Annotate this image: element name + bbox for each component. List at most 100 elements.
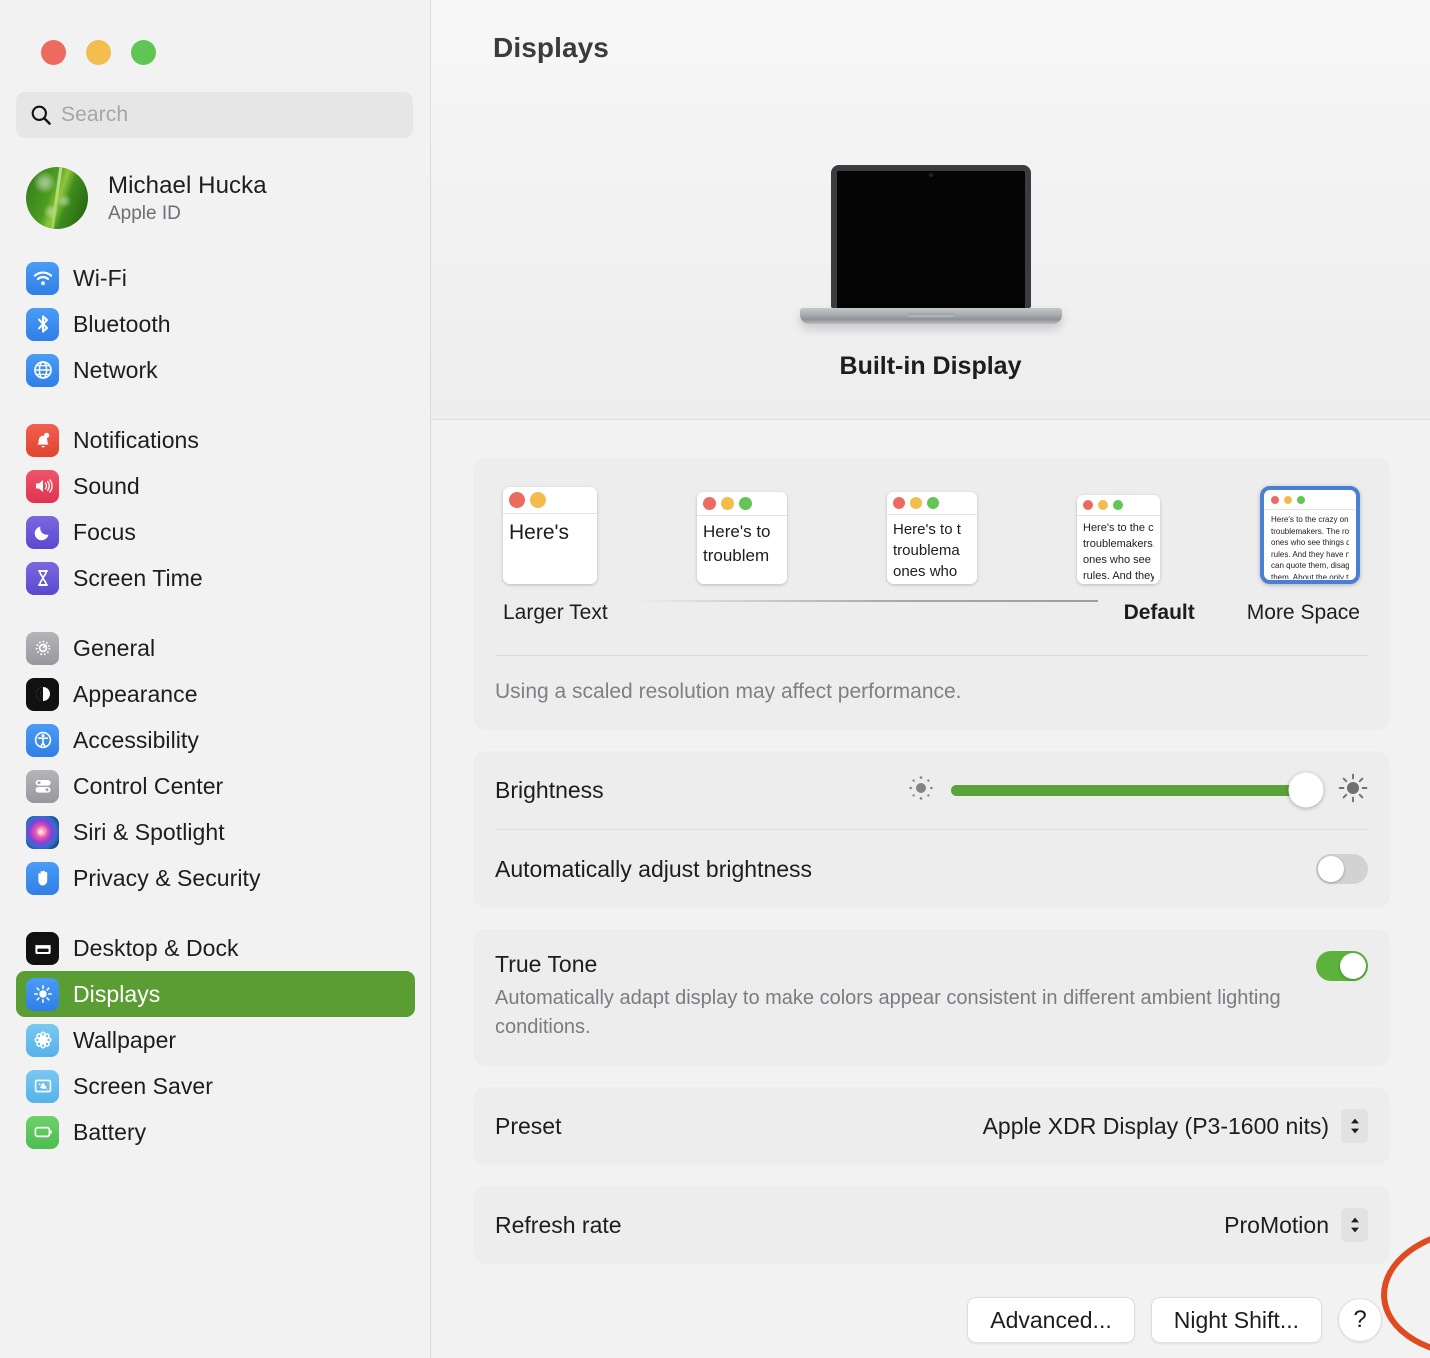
display-preview-header: Displays Built-in Display <box>431 0 1430 420</box>
resolution-label-default: Default <box>1123 601 1195 624</box>
sidebar-group-system: Notifications Sound Focus Screen Time <box>0 417 430 601</box>
preview-close-dot <box>703 497 716 510</box>
sidebar-item-label: Control Center <box>73 772 224 799</box>
preview-close-dot <box>509 492 525 508</box>
sidebar-item-sound[interactable]: Sound <box>16 463 415 509</box>
preset-popup-button[interactable]: Apple XDR Display (P3-1600 nits) <box>983 1109 1368 1143</box>
network-globe-icon <box>26 353 59 387</box>
resolution-labels: Larger Text Default More Space <box>495 584 1368 625</box>
sidebar-item-general[interactable]: General <box>16 625 415 671</box>
brightness-slider-fill <box>951 784 1307 796</box>
battery-icon <box>26 1115 59 1149</box>
desktop-dock-icon <box>26 931 59 965</box>
laptop-illustration <box>799 165 1062 324</box>
preview-line: rules. And they have no <box>1271 549 1349 559</box>
chevron-updown-icon[interactable] <box>1341 1109 1368 1143</box>
resolution-preview-selected[interactable]: Here's to the crazy one troublemakers. T… <box>1260 486 1360 584</box>
sidebar-item-displays[interactable]: Displays <box>16 971 415 1017</box>
system-settings-window: Search Michael Hucka Apple ID Wi-Fi Blue… <box>0 0 1430 1358</box>
preview-line: ones who <box>893 563 958 580</box>
laptop-screen <box>830 165 1031 308</box>
sidebar-item-desktop-dock[interactable]: Desktop & Dock <box>16 925 415 971</box>
resolution-preview[interactable]: Here's to the cr troublemakers. ones who… <box>1077 495 1160 584</box>
preset-card: Preset Apple XDR Display (P3-1600 nits) <box>473 1087 1390 1165</box>
preview-line: Here's to <box>703 522 771 541</box>
resolution-label-more-space: More Space <box>1246 601 1360 624</box>
sidebar-item-notifications[interactable]: Notifications <box>16 417 415 463</box>
preview-line: Here's <box>509 521 570 544</box>
profile-text: Michael Hucka Apple ID <box>108 172 267 225</box>
refresh-rate-popup-button[interactable]: ProMotion <box>1224 1208 1368 1242</box>
traffic-lights <box>0 0 430 65</box>
sidebar-item-wi-fi[interactable]: Wi-Fi <box>16 255 415 301</box>
hourglass-icon <box>26 561 59 595</box>
resolution-option-more-space[interactable]: Here's to the crazy one troublemakers. T… <box>1260 486 1360 584</box>
sidebar-item-label: Notifications <box>73 426 199 453</box>
brightness-label: Brightness <box>495 776 604 803</box>
resolution-label-larger-text: Larger Text <box>503 601 608 624</box>
preview-titlebar <box>887 492 977 515</box>
preview-line: ones who see t <box>1083 554 1154 566</box>
avatar <box>26 167 88 229</box>
sidebar-group-connectivity: Wi-Fi Bluetooth Network <box>0 255 430 393</box>
preview-minimize-dot <box>1098 500 1108 510</box>
search-container: Search <box>16 92 413 138</box>
preset-value: Apple XDR Display (P3-1600 nits) <box>982 1112 1329 1139</box>
help-button[interactable]: ? <box>1338 1298 1382 1342</box>
refresh-rate-value: ProMotion <box>1224 1211 1329 1238</box>
sidebar-item-accessibility[interactable]: Accessibility <box>16 717 415 763</box>
resolution-preview[interactable]: Here's to troublem <box>697 492 787 584</box>
page-title: Displays <box>493 32 609 63</box>
sidebar-item-bluetooth[interactable]: Bluetooth <box>16 301 415 347</box>
sidebar-item-label: Focus <box>73 518 136 545</box>
sidebar-item-label: Battery <box>73 1118 147 1145</box>
close-button[interactable] <box>41 40 66 65</box>
preview-titlebar <box>1077 495 1160 516</box>
preview-titlebar <box>503 487 597 514</box>
sidebar-item-focus[interactable]: Focus <box>16 509 415 555</box>
true-tone-toggle[interactable] <box>1316 951 1368 981</box>
resolution-preview[interactable]: Here's to t troublema ones who <box>887 492 977 584</box>
control-center-icon <box>26 769 59 803</box>
preview-minimize-dot <box>721 497 734 510</box>
night-shift-button[interactable]: Night Shift... <box>1150 1297 1322 1343</box>
high-brightness-icon <box>1338 773 1368 808</box>
brightness-slider[interactable] <box>951 772 1324 808</box>
sidebar-item-control-center[interactable]: Control Center <box>16 763 415 809</box>
preview-close-dot <box>1271 496 1279 504</box>
sidebar-nav: Wi-Fi Bluetooth Network Notifications So… <box>0 255 430 1155</box>
profile-subtitle: Apple ID <box>108 202 181 224</box>
brightness-slider-knob[interactable] <box>1288 772 1324 808</box>
sidebar-item-appearance[interactable]: Appearance <box>16 671 415 717</box>
resolution-option-3[interactable]: Here's to t troublema ones who <box>887 492 977 584</box>
resolution-option-default[interactable]: Here's to the cr troublemakers. ones who… <box>1077 495 1160 584</box>
sidebar-item-label: Screen Saver <box>73 1072 213 1099</box>
appearance-contrast-icon <box>26 677 59 711</box>
sidebar-item-label: Displays <box>73 980 161 1007</box>
sidebar-item-screen-time[interactable]: Screen Time <box>16 555 415 601</box>
resolution-option-2[interactable]: Here's to troublem <box>697 492 787 584</box>
sidebar-item-wallpaper[interactable]: Wallpaper <box>16 1017 415 1063</box>
chevron-updown-icon[interactable] <box>1341 1208 1368 1242</box>
minimize-button[interactable] <box>86 40 111 65</box>
search-input[interactable]: Search <box>16 92 413 138</box>
sidebar-item-battery[interactable]: Battery <box>16 1109 415 1155</box>
resolution-preview[interactable]: Here's <box>503 487 597 584</box>
zoom-button[interactable] <box>131 40 156 65</box>
sidebar-item-network[interactable]: Network <box>16 347 415 393</box>
bluetooth-icon <box>26 307 59 341</box>
refresh-rate-card: Refresh rate ProMotion <box>473 1186 1390 1264</box>
sidebar-item-label: Siri & Spotlight <box>73 818 225 845</box>
toggle-knob <box>1340 953 1366 979</box>
resolution-option-larger-text[interactable]: Here's <box>503 487 597 584</box>
preview-zoom-dot <box>1297 496 1305 504</box>
preview-minimize-dot <box>1284 496 1292 504</box>
sidebar-item-siri-spotlight[interactable]: Siri & Spotlight <box>16 809 415 855</box>
sidebar-item-privacy-security[interactable]: Privacy & Security <box>16 855 415 901</box>
auto-brightness-toggle[interactable] <box>1316 854 1368 884</box>
sidebar-item-screen-saver[interactable]: Screen Saver <box>16 1063 415 1109</box>
preview-text: Here's <box>503 514 597 548</box>
advanced-button[interactable]: Advanced... <box>967 1297 1135 1343</box>
apple-id-profile[interactable]: Michael Hucka Apple ID <box>26 167 430 229</box>
display-name: Built-in Display <box>839 352 1022 380</box>
